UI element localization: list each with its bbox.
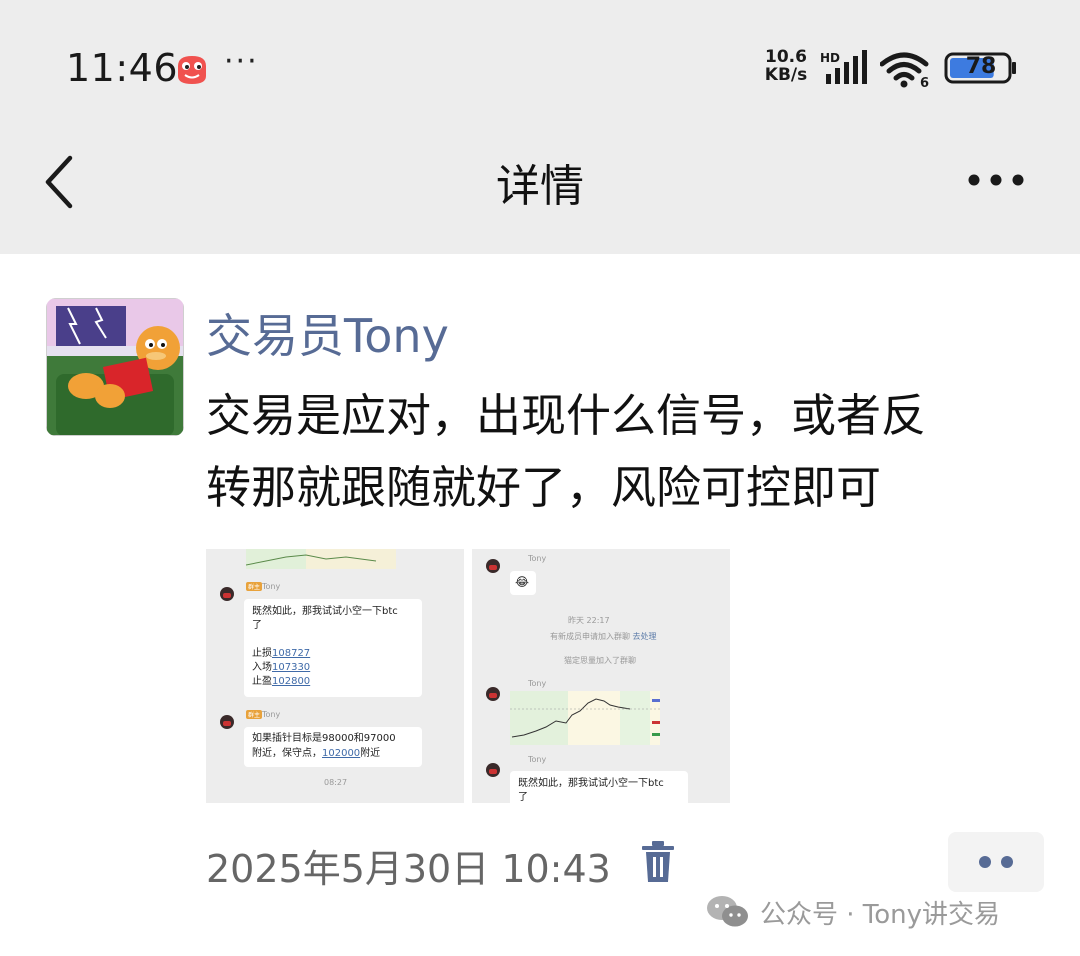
chat-time: 08:27: [324, 778, 348, 787]
entry-line: 入场107330: [252, 662, 311, 673]
admin-tag: 群主: [246, 582, 263, 591]
chat-bubble: 既然如此，那我试试小空一下btc 了: [510, 771, 688, 803]
app-notification-icon: [178, 56, 206, 84]
take-profit-line: 止盈102800: [252, 676, 311, 687]
admin-tag: 群主: [246, 710, 263, 719]
chat-sender: Tony: [528, 554, 547, 563]
system-notice: 猫定思量加入了群聊: [564, 656, 636, 665]
network-speed: 10.6 KB/s: [758, 48, 814, 84]
top-bar: 11:46 ··· 10.6 KB/s HD 6 78 详情: [0, 0, 1080, 254]
chat-text: 了: [252, 620, 262, 631]
chat-bubble: 既然如此，那我试试小空一下btc 了 止损108727 入场107330 止盈1…: [244, 599, 422, 697]
post-text-line: 交易是应对，出现什么信号，或者反: [206, 389, 927, 442]
battery-level: 78: [965, 54, 997, 79]
chat-text: 既然如此，那我试试小空一下btc: [252, 606, 398, 617]
more-horizontal-icon[interactable]: [966, 168, 1026, 192]
avatar[interactable]: [46, 298, 184, 436]
comment-button[interactable]: [948, 832, 1044, 892]
chat-text: 了: [518, 792, 528, 803]
page-title: 详情: [496, 161, 584, 212]
status-time: 11:46: [66, 46, 179, 90]
wechat-icon: [707, 896, 748, 927]
stop-loss-line: 止损108727: [252, 648, 311, 659]
chat-day-time: 昨天 22:17: [568, 616, 610, 625]
wifi-6-label: 6: [920, 76, 929, 88]
chat-sender: Tony: [262, 582, 281, 591]
author-name[interactable]: 交易员Tony: [206, 300, 449, 366]
trash-icon[interactable]: [640, 840, 676, 884]
signal-icon: HD: [820, 50, 867, 84]
watermark-text: 公众号 · Tony讲交易: [760, 900, 1001, 930]
network-speed-unit: KB/s: [764, 65, 808, 85]
chat-bubble: 😂: [510, 571, 536, 595]
post-image-1[interactable]: 群主 Tony 既然如此，那我试试小空一下btc 了 止损108727 入场10…: [206, 549, 464, 803]
wifi-icon: 6: [880, 52, 929, 88]
chat-avatar: [486, 763, 500, 777]
chat-sender: Tony: [528, 755, 547, 764]
chart-snippet-icon: [246, 549, 396, 569]
post-text-line: 转那就跟随就好了，风险可控即可: [206, 461, 882, 514]
chat-avatar: [220, 715, 234, 729]
post-text: 交易是应对，出现什么信号，或者反 转那就跟随就好了，风险可控即可: [206, 380, 1046, 524]
post-image-2[interactable]: Tony 😂 昨天 22:17 有新成员申请加入群聊 去处理 猫定思量加入了群聊…: [472, 549, 730, 803]
chat-text: 如果插针目标是98000和97000: [252, 733, 396, 744]
chat-avatar: [486, 559, 500, 573]
chat-sender: Tony: [528, 679, 547, 688]
chat-avatar: [220, 587, 234, 601]
system-notice: 有新成员申请加入群聊 去处理: [550, 632, 657, 641]
comment-dots-icon: [979, 856, 1013, 868]
post-timestamp: 2025年5月30日 10:43: [206, 847, 611, 891]
status-overflow: ···: [224, 44, 259, 79]
chat-bubble: 如果插针目标是98000和97000 附近，保守点，102000附近: [244, 727, 422, 767]
network-speed-value: 10.6: [765, 47, 807, 67]
chat-avatar: [486, 687, 500, 701]
chat-text: 附近，保守点，102000附近: [252, 748, 381, 759]
price-chart-icon: [510, 691, 660, 745]
chat-text: 既然如此，那我试试小空一下btc: [518, 778, 664, 789]
signal-hd-label: HD: [820, 51, 840, 65]
chat-sender: Tony: [262, 710, 281, 719]
laugh-emoji-icon: 😂: [515, 575, 530, 589]
